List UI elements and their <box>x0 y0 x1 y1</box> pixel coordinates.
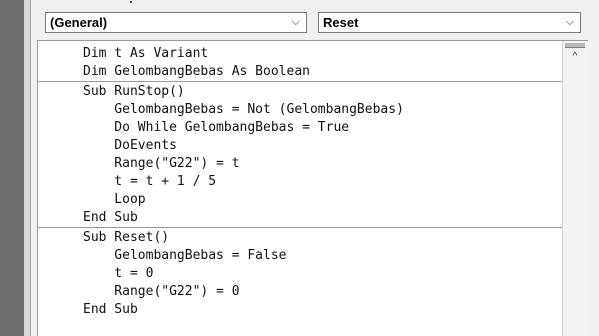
top-strip <box>31 0 599 8</box>
code-area[interactable]: Dim t As Variant Dim GelombangBebas As B… <box>38 41 563 336</box>
code-line: End Sub <box>83 302 138 317</box>
code-line: t = t + 1 / 5 <box>83 174 217 189</box>
code-line: t = 0 <box>83 266 154 281</box>
object-dropdown[interactable]: (General) ⌵ <box>45 12 307 33</box>
code-line: Sub RunStop() <box>83 84 185 99</box>
code-editor[interactable]: Dim t As Variant Dim GelombangBebas As B… <box>37 40 588 336</box>
left-rail <box>0 0 24 336</box>
chevron-down-icon[interactable]: ⌵ <box>292 13 300 32</box>
split-handle[interactable] <box>565 43 585 48</box>
procedure-dropdown[interactable]: Reset ⌵ <box>318 12 581 33</box>
code-line: Loop <box>83 192 146 207</box>
code-line: DoEvents <box>83 138 177 153</box>
top-dot <box>130 1 132 3</box>
procedure-dropdown-value: Reset <box>323 15 359 30</box>
procedure-separator <box>38 227 563 228</box>
code-line: Dim GelombangBebas As Boolean <box>83 64 310 79</box>
code-line: Range("G22") = t <box>83 156 240 171</box>
object-dropdown-value: (General) <box>50 15 108 30</box>
code-line: Do While GelombangBebas = True <box>83 120 350 135</box>
code-line: GelombangBebas = Not (GelombangBebas) <box>83 102 404 117</box>
code-line: Sub Reset() <box>83 230 170 245</box>
combo-bar: (General) ⌵ Reset ⌵ <box>31 8 591 38</box>
vertical-scrollbar[interactable]: ^ <box>562 41 588 336</box>
code-line: Dim t As Variant <box>83 46 209 61</box>
chevron-down-icon[interactable]: ⌵ <box>566 13 574 32</box>
margin-indicator-bar <box>24 0 31 336</box>
code-line: End Sub <box>83 210 138 225</box>
procedure-separator <box>38 81 563 82</box>
vba-code-window: (General) ⌵ Reset ⌵ Dim t As Variant Dim… <box>0 0 599 336</box>
code-line: GelombangBebas = False <box>83 248 287 263</box>
scroll-up-icon[interactable]: ^ <box>568 50 582 64</box>
code-line: Range("G22") = 0 <box>83 284 240 299</box>
